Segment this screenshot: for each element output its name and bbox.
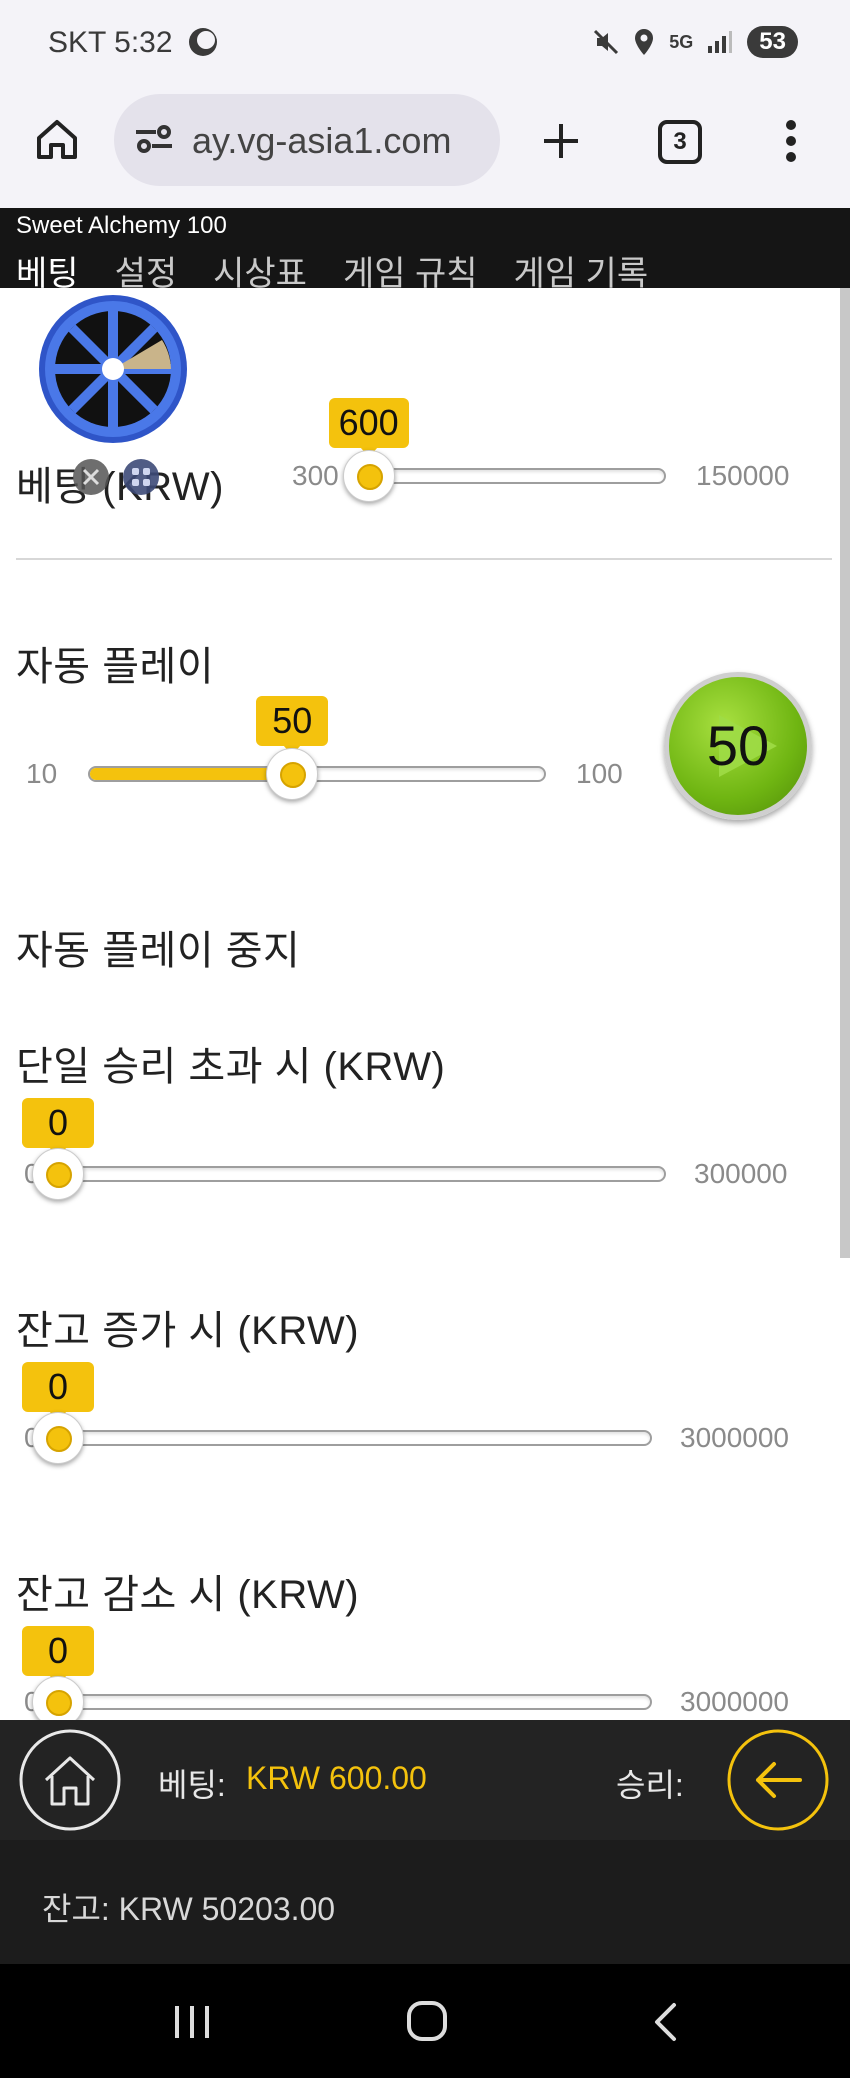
autoplay-min: 10 (26, 758, 58, 789)
autoplay-slider-handle[interactable] (266, 748, 319, 800)
carrier-time: SKT 5:32 (48, 26, 173, 59)
bet-settings-panel: 베팅 (KRW) 300 600 150000 자동 플레이 10 50 100… (0, 288, 850, 1720)
system-home-icon[interactable] (406, 2000, 448, 2042)
game-bottom-bar: 베팅: KRW 600.00 승리: (0, 1720, 850, 1840)
home-icon[interactable] (34, 116, 80, 162)
autoplay-label: 자동 플레이 (16, 645, 215, 689)
bet-min: 300 (292, 460, 339, 491)
bet-amount-label: 베팅: (158, 1767, 226, 1803)
balance-text: 잔고: KRW 50203.00 (42, 1891, 336, 1927)
system-navigation-bar (0, 1964, 850, 2078)
back-arrow-icon[interactable] (726, 1728, 830, 1832)
battery-level: 53 (747, 26, 798, 58)
autoplay-count-label: 50 (706, 714, 770, 777)
moon-icon (188, 28, 217, 56)
system-back-icon[interactable] (650, 2002, 680, 2042)
balance-increase-label: 잔고 증가 시 (KRW) (16, 1309, 360, 1353)
recent-apps-icon[interactable] (172, 2004, 212, 2040)
single-win-slider-track[interactable] (50, 1166, 666, 1182)
game-title: Sweet Alchemy 100 (16, 212, 227, 239)
network-type: 5G (669, 31, 694, 52)
divider (16, 558, 832, 560)
loading-wheel-icon (39, 295, 187, 443)
start-autoplay-button[interactable]: 50 (664, 672, 812, 820)
single-win-max: 300000 (694, 1158, 788, 1189)
balance-decrease-slider-handle[interactable] (32, 1676, 84, 1720)
bet-amount-value: KRW 600.00 (246, 1760, 427, 1796)
single-win-slider-handle[interactable] (32, 1148, 84, 1200)
status-time: SKT 5:32 (48, 26, 217, 60)
balance-decrease-max: 3000000 (680, 1686, 790, 1717)
bet-slider-handle[interactable] (342, 450, 395, 502)
bet-value-bubble: 600 (328, 398, 409, 457)
scrollbar[interactable] (840, 288, 850, 1258)
home-button-icon[interactable] (18, 1728, 122, 1832)
single-win-label: 단일 승리 초과 시 (KRW) (16, 1045, 446, 1089)
balance-decrease-label: 잔고 감소 시 (KRW) (16, 1573, 360, 1617)
stop-autoplay-heading: 자동 플레이 중지 (16, 929, 301, 973)
bet-label: 베팅 (KRW) (16, 465, 224, 509)
grid-menu-icon[interactable] (122, 458, 160, 496)
balance-decrease-slider-track[interactable] (50, 1694, 652, 1710)
autoplay-max: 100 (576, 758, 623, 789)
balance-increase-value-bubble: 0 (22, 1362, 94, 1421)
game-header: Sweet Alchemy 100 베팅 설정 시상표 게임 규칙 게임 기록 (0, 208, 850, 305)
signal-icon (708, 31, 733, 53)
bet-slider-track[interactable] (360, 468, 666, 484)
browser-toolbar: ay.vg-asia1.com 3 (0, 92, 850, 208)
location-icon (635, 29, 654, 55)
status-bar: SKT 5:32 5G 53 (0, 0, 850, 92)
url-text: ay.vg-asia1.com (192, 120, 452, 161)
balance-increase-max: 3000000 (680, 1422, 790, 1453)
win-label: 승리: (616, 1767, 684, 1803)
balance-increase-slider-handle[interactable] (32, 1412, 84, 1464)
bet-max: 150000 (696, 460, 790, 491)
more-options-icon[interactable] (784, 118, 798, 164)
autoplay-value-bubble: 50 (256, 696, 329, 755)
single-win-value-bubble: 0 (22, 1098, 94, 1157)
site-settings-icon[interactable] (134, 122, 174, 156)
address-bar[interactable]: ay.vg-asia1.com (114, 94, 500, 186)
balance-bar: 잔고: KRW 50203.00 (0, 1840, 850, 1964)
mute-icon (594, 29, 619, 55)
close-icon[interactable] (72, 458, 110, 496)
balance-decrease-value-bubble: 0 (22, 1626, 94, 1685)
tab-switcher-button[interactable]: 3 (658, 120, 702, 164)
new-tab-icon[interactable] (540, 120, 582, 162)
autoplay-slider-fill (90, 768, 292, 780)
balance-increase-slider-track[interactable] (50, 1430, 652, 1446)
